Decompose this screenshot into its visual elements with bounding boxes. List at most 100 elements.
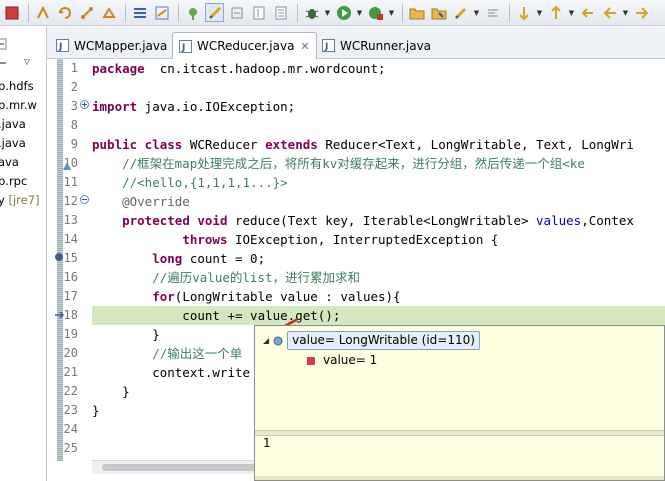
code-token: reduce(Text key, Iterable<LongWritable> <box>227 213 537 228</box>
code-token: IOException, InterruptedException { <box>227 232 499 247</box>
link-editor-icon[interactable] <box>0 57 8 69</box>
debug-run-icon[interactable] <box>302 3 321 22</box>
close-icon[interactable]: ✕ <box>300 40 309 53</box>
code-token: (LongWritable value : values){ <box>174 289 401 304</box>
code-token: for <box>152 289 175 304</box>
code-token: } <box>92 403 100 418</box>
open-type-icon[interactable] <box>227 3 246 22</box>
run-external-icon[interactable] <box>366 3 385 22</box>
explorer-item[interactable]: ava <box>0 153 44 172</box>
popup-bottom-edge <box>255 476 664 480</box>
run-external-dropdown-icon[interactable]: ▼ <box>388 3 395 22</box>
previous-annotation-dropdown-icon[interactable]: ▼ <box>568 3 575 22</box>
open-folder-icon[interactable] <box>407 3 426 22</box>
last-edit-icon[interactable] <box>578 3 597 22</box>
explorer-item[interactable]: .java <box>0 134 44 153</box>
code-token: WCReducer <box>182 137 266 152</box>
forward-icon[interactable] <box>632 3 651 22</box>
next-edit-icon[interactable] <box>514 3 533 22</box>
code-line[interactable]: long count = 0; <box>92 249 265 268</box>
explorer-item[interactable]: y [jre7] <box>0 191 44 210</box>
fold-expand-icon[interactable] <box>80 100 89 109</box>
code-line[interactable]: //遍历value的list，进行累加求和 <box>92 268 360 287</box>
tab-wcmapper[interactable]: J WCMapper.java <box>49 32 174 58</box>
code-line[interactable]: } <box>92 325 160 344</box>
variable-row-child[interactable]: value= 1 <box>307 351 377 370</box>
toggle-comment-icon[interactable] <box>183 3 202 22</box>
code-line[interactable]: @Override <box>92 192 190 211</box>
explorer-item-suffix: [jre7] <box>8 193 40 207</box>
code-token: count = 0; <box>182 251 266 266</box>
run-icon[interactable] <box>334 3 353 22</box>
code-token: @Override <box>92 194 190 209</box>
tab-label: WCMapper.java <box>74 38 168 53</box>
open-task-icon[interactable] <box>249 3 268 22</box>
stop-icon[interactable] <box>2 3 21 22</box>
next-annotation-icon[interactable] <box>271 3 290 22</box>
code-line[interactable]: protected void reduce(Text key, Iterable… <box>92 211 634 230</box>
previous-edit-icon[interactable] <box>483 3 502 22</box>
editor-tab-bar: J WCMapper.java J WCReducer.java ✕ J WCR… <box>47 27 665 59</box>
code-token: Reducer<Text, LongWritable, Text, LongWr… <box>317 137 634 152</box>
code-line[interactable]: //框架在map处理完成之后，将所有kv对缓存起来，进行分组，然后传递一个组<k… <box>92 154 585 173</box>
skip-breakpoints-icon[interactable] <box>152 3 171 22</box>
previous-annotation-icon[interactable] <box>546 3 565 22</box>
popup-splitter[interactable] <box>255 430 664 436</box>
build-all-icon[interactable] <box>130 3 149 22</box>
explorer-item-label: p.mr.w <box>0 98 37 112</box>
tree-expand-icon[interactable]: ◢ <box>263 331 269 350</box>
scroll-thumb[interactable] <box>102 464 272 471</box>
next-edit-dropdown-icon[interactable]: ▼ <box>536 3 543 22</box>
code-line[interactable]: //<hello,{1,1,1,1...}> <box>92 173 288 192</box>
code-token: long <box>152 251 183 266</box>
search-dropdown-icon[interactable]: ▼ <box>473 3 480 22</box>
fold-collapse-icon[interactable] <box>80 195 89 204</box>
open-resource-icon[interactable] <box>429 3 448 22</box>
tab-wcreducer[interactable]: J WCReducer.java ✕ <box>172 32 317 59</box>
back-icon[interactable] <box>600 3 619 22</box>
svg-text:J: J <box>181 43 185 53</box>
code-line[interactable]: //输出这一个单 <box>92 344 242 363</box>
variable-row-root[interactable]: ◢ value= LongWritable (id=110) <box>263 331 480 350</box>
explorer-item[interactable]: p.rpc <box>0 172 44 191</box>
debug-icon[interactable] <box>99 3 118 22</box>
link-icon[interactable] <box>77 3 96 22</box>
line-number: 1 <box>70 61 78 75</box>
line-number: 17 <box>63 289 78 303</box>
package-explorer: ▽ p.hdfs p.mr.w .java .java ava p.rpc y [jre7] <box>0 27 47 481</box>
code-line[interactable]: context.write <box>92 363 250 382</box>
object-icon <box>273 336 283 345</box>
explorer-item[interactable]: .java <box>0 115 44 134</box>
code-line[interactable]: import java.io.IOException; <box>92 97 295 116</box>
code-token: } <box>92 384 130 399</box>
code-line[interactable]: public class WCReducer extends Reducer<T… <box>92 135 634 154</box>
explorer-item[interactable]: p.mr.w <box>0 96 44 115</box>
line-number: 3 <box>70 99 78 113</box>
build-icon[interactable] <box>33 3 52 22</box>
back-dropdown-icon[interactable]: ▼ <box>622 3 629 22</box>
breakpoint-icon[interactable] <box>54 252 64 262</box>
toolbar-separator <box>509 3 510 22</box>
variable-inspect-popup: ◢ value= LongWritable (id=110) value= 1 … <box>254 325 665 481</box>
line-number: 12 <box>63 194 78 208</box>
run-dropdown-icon[interactable]: ▼ <box>356 3 363 22</box>
explorer-item[interactable]: p.hdfs <box>0 77 44 96</box>
refresh-icon[interactable] <box>55 3 74 22</box>
search-icon[interactable] <box>451 3 470 22</box>
collapse-all-icon[interactable] <box>0 38 8 50</box>
code-line[interactable]: for(LongWritable value : values){ <box>92 287 401 306</box>
tab-wcrunner[interactable]: J WCRunner.java <box>315 32 438 58</box>
debug-dropdown-icon[interactable]: ▼ <box>324 3 331 22</box>
instruction-pointer-icon <box>55 311 64 319</box>
code-line[interactable]: throws IOException, InterruptedException… <box>92 230 498 249</box>
mark-occurrences-icon[interactable] <box>205 3 224 22</box>
code-line[interactable]: package cn.itcast.hadoop.mr.wordcount; <box>92 59 386 78</box>
line-number: 2 <box>70 80 78 94</box>
java-file-icon: J <box>56 39 69 52</box>
code-line[interactable]: } <box>92 401 100 420</box>
code-line[interactable]: } <box>92 382 130 401</box>
view-menu-icon[interactable]: ▽ <box>24 57 30 66</box>
explorer-toolbar: ▽ <box>0 27 46 77</box>
